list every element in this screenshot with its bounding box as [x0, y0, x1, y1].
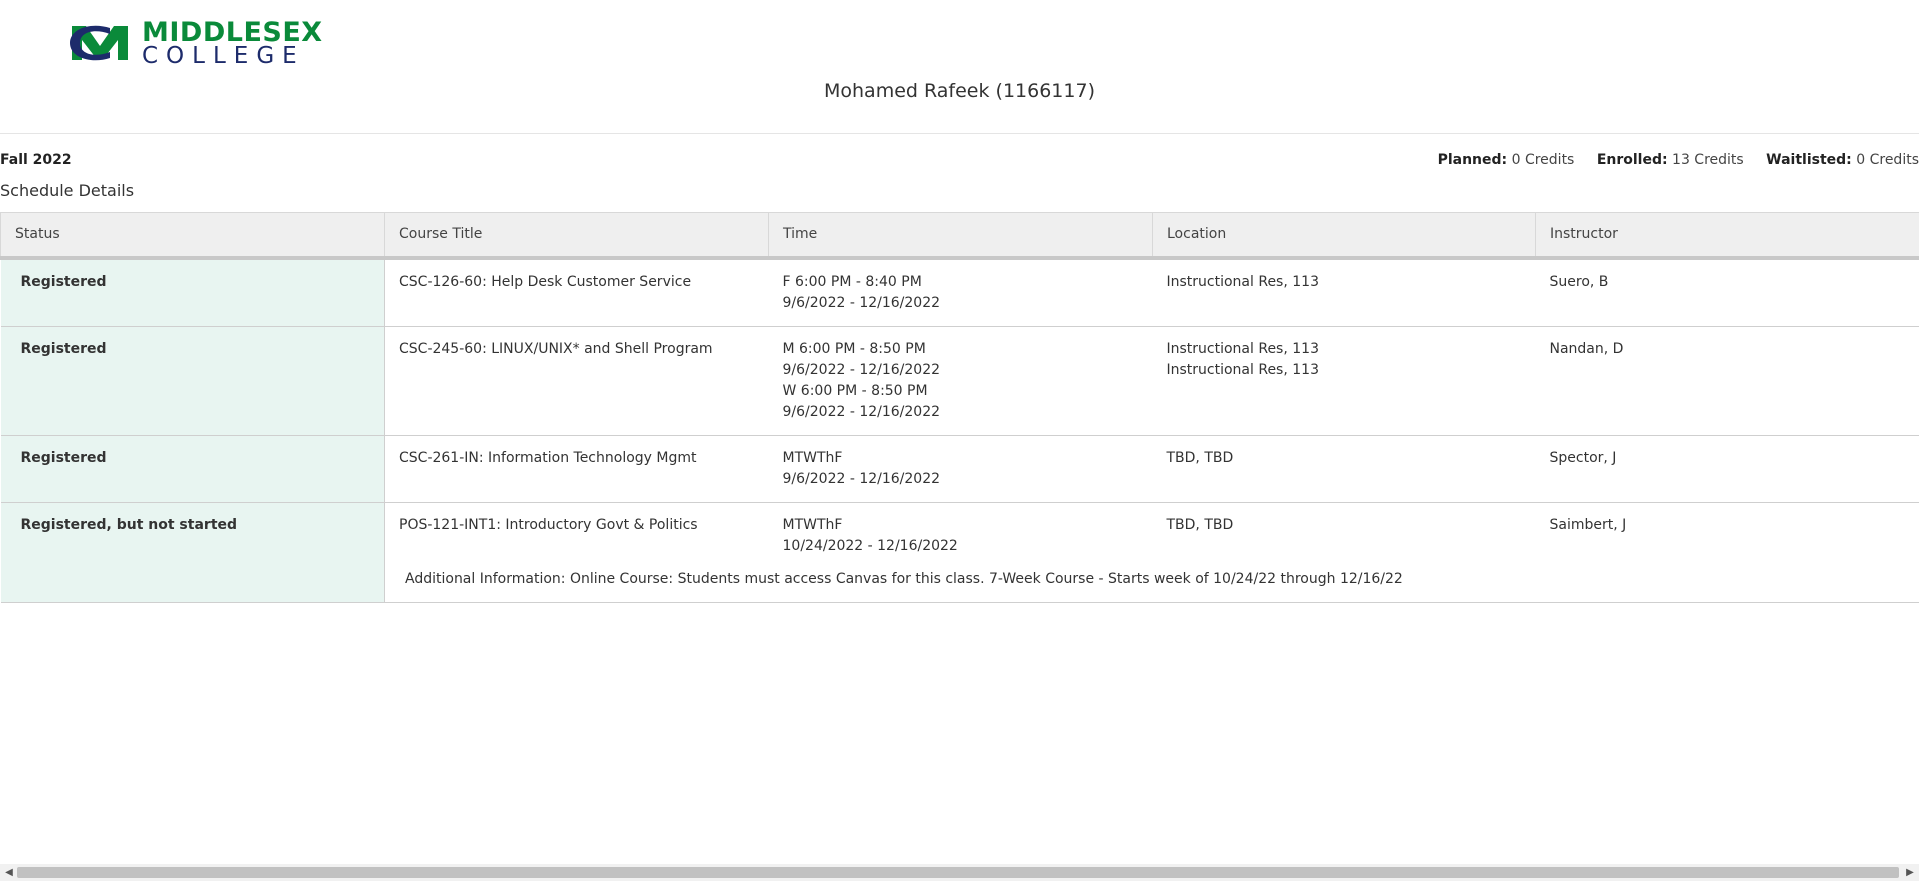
page: MIDDLESEX COLLEGE Mohamed Rafeek (116611… — [0, 0, 1919, 881]
college-logo-mark — [70, 25, 128, 61]
column-header-course-title[interactable]: Course Title — [384, 212, 769, 260]
date-line: 9/6/2022 - 12/16/2022 — [782, 361, 941, 378]
student-name: Mohamed Rafeek (1166117) — [824, 80, 1095, 102]
time-cell: F 6:00 PM - 8:40 PM 9/6/2022 - 12/16/202… — [768, 257, 1153, 327]
scroll-left-icon[interactable]: ◀ — [2, 866, 16, 879]
schedule-table: Status Course Title Time Location Instru… — [0, 212, 1919, 603]
term-name: Fall 2022 — [0, 152, 72, 168]
table-header-row: Status Course Title Time Location Instru… — [0, 212, 1919, 260]
waitlisted-label: Waitlisted: — [1766, 152, 1852, 168]
column-header-time[interactable]: Time — [768, 212, 1153, 260]
waitlisted-value: 0 Credits — [1856, 152, 1919, 168]
scrollbar-thumb[interactable] — [17, 867, 1899, 878]
time-line: MTWThF — [782, 516, 843, 533]
enrolled-label: Enrolled: — [1596, 152, 1668, 168]
location-line: Instructional Res, 113 — [1166, 273, 1319, 290]
location-line: Instructional Res, 113 — [1166, 361, 1319, 378]
planned-value: 0 Credits — [1511, 152, 1575, 168]
enrolled-credits: Enrolled: 13 Credits — [1597, 152, 1744, 168]
time-cell: M 6:00 PM - 8:50 PM 9/6/2022 - 12/16/202… — [768, 325, 1153, 436]
status-cell: Registered — [0, 434, 385, 503]
time-cell: MTWThF 9/6/2022 - 12/16/2022 — [768, 434, 1153, 503]
course-title-cell: POS-121-INT1: Introductory Govt & Politi… — [384, 501, 769, 569]
table-row: Registered CSC-126-60: Help Desk Custome… — [0, 257, 1919, 327]
course-title-cell: CSC-126-60: Help Desk Customer Service — [384, 257, 769, 327]
location-cell: Instructional Res, 113 — [1152, 257, 1536, 327]
location-cell: Instructional Res, 113 Instructional Res… — [1152, 325, 1536, 436]
time-line: W 6:00 PM - 8:50 PM — [782, 382, 928, 399]
instructor-cell: Suero, B — [1535, 257, 1919, 327]
table-row: Registered, but not started POS-121-INT1… — [0, 501, 1919, 603]
college-logo[interactable]: MIDDLESEX COLLEGE — [64, 18, 324, 69]
date-line: 9/6/2022 - 12/16/2022 — [782, 294, 941, 311]
instructor-cell: Saimbert, J — [1535, 501, 1919, 569]
horizontal-scrollbar[interactable]: ◀ ▶ — [0, 864, 1919, 881]
instructor-cell: Spector, J — [1535, 434, 1919, 503]
time-line: F 6:00 PM - 8:40 PM — [782, 273, 922, 290]
column-header-instructor[interactable]: Instructor — [1535, 212, 1919, 260]
additional-info-text: Additional Information: Online Course: S… — [384, 568, 1919, 603]
course-title-cell: CSC-245-60: LINUX/UNIX* and Shell Progra… — [384, 325, 769, 436]
location-line: TBD, TBD — [1166, 449, 1234, 466]
logo-text-college: COLLEGE — [142, 43, 305, 69]
time-cell: MTWThF 10/24/2022 - 12/16/2022 — [768, 501, 1153, 569]
location-line: Instructional Res, 113 — [1166, 340, 1319, 357]
enrolled-value: 13 Credits — [1672, 152, 1744, 168]
page-header: MIDDLESEX COLLEGE Mohamed Rafeek (116611… — [0, 0, 1919, 134]
date-line: 10/24/2022 - 12/16/2022 — [782, 537, 958, 554]
planned-credits: Planned: 0 Credits — [1438, 152, 1575, 168]
course-title-cell: CSC-261-IN: Information Technology Mgmt — [384, 434, 769, 503]
table-row: Registered CSC-245-60: LINUX/UNIX* and S… — [0, 325, 1919, 436]
column-header-location[interactable]: Location — [1152, 212, 1536, 260]
column-header-status[interactable]: Status — [0, 212, 385, 260]
date-line: 9/6/2022 - 12/16/2022 — [782, 470, 941, 487]
status-cell: Registered, but not started — [0, 501, 385, 603]
table-row: Registered CSC-261-IN: Information Techn… — [0, 434, 1919, 503]
status-cell: Registered — [0, 257, 385, 327]
location-line: TBD, TBD — [1166, 516, 1234, 533]
scroll-right-icon[interactable]: ▶ — [1903, 866, 1917, 879]
date-line: 9/6/2022 - 12/16/2022 — [782, 403, 941, 420]
location-cell: TBD, TBD — [1152, 501, 1536, 569]
planned-label: Planned: — [1437, 152, 1508, 168]
location-cell: TBD, TBD — [1152, 434, 1536, 503]
time-line: MTWThF — [782, 449, 843, 466]
waitlisted-credits: Waitlisted: 0 Credits — [1766, 152, 1919, 168]
instructor-cell: Nandan, D — [1535, 325, 1919, 436]
credits-summary: Planned: 0 Credits Enrolled: 13 Credits … — [1420, 152, 1919, 168]
time-line: M 6:00 PM - 8:50 PM — [782, 340, 926, 357]
section-title: Schedule Details — [0, 181, 135, 200]
status-cell: Registered — [0, 325, 385, 436]
